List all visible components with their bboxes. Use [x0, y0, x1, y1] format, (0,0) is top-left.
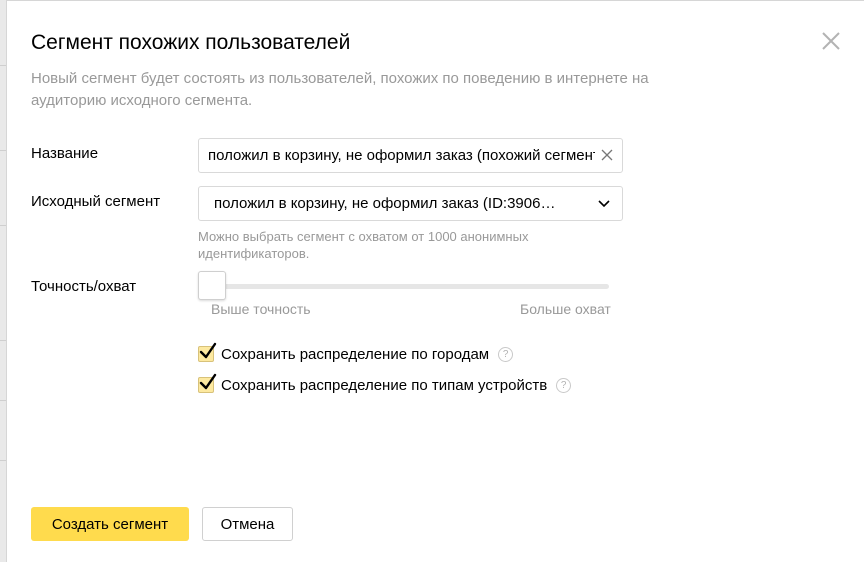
- clear-icon: [601, 149, 613, 161]
- checkmark-icon: [199, 373, 217, 390]
- close-icon: [822, 32, 840, 50]
- slider-max-label: Больше охват: [520, 301, 611, 317]
- keep-devices-checkbox[interactable]: [198, 373, 217, 393]
- source-segment-hint: Можно выбрать сегмент с охватом от 1000 …: [198, 229, 529, 261]
- keep-cities-label: Сохранить распределение по городам: [221, 345, 490, 363]
- dialog-title: Сегмент похожих пользователей: [31, 31, 351, 54]
- close-button[interactable]: [819, 29, 843, 53]
- checkmark-icon: [199, 342, 217, 359]
- keep-devices-label: Сохранить распределение по типам устройс…: [221, 376, 548, 394]
- keep-devices-option[interactable]: Сохранить распределение по типам устройс…: [198, 373, 572, 396]
- source-segment-label: Исходный сегмент: [31, 193, 161, 210]
- keep-cities-checkbox[interactable]: [198, 342, 217, 362]
- name-field: [198, 138, 623, 173]
- keep-cities-option[interactable]: Сохранить распределение по городам ?: [198, 342, 514, 365]
- source-segment-value: положил в корзину, не оформил заказ (ID:…: [214, 195, 556, 212]
- dialog-description: Новый сегмент будет состоять из пользова…: [31, 70, 649, 109]
- accuracy-slider-handle[interactable]: [198, 271, 226, 300]
- create-segment-button[interactable]: Создать сегмент: [31, 507, 189, 541]
- accuracy-slider-track[interactable]: [203, 284, 609, 289]
- help-icon[interactable]: ?: [556, 377, 572, 393]
- slider-min-label: Выше точность: [211, 301, 311, 317]
- chevron-down-icon: [598, 200, 610, 208]
- cancel-button[interactable]: Отмена: [202, 507, 293, 541]
- name-label: Название: [31, 145, 99, 162]
- clear-button[interactable]: [600, 148, 614, 162]
- source-segment-select[interactable]: положил в корзину, не оформил заказ (ID:…: [198, 186, 623, 221]
- help-icon[interactable]: ?: [498, 346, 514, 362]
- accuracy-label: Точность/охват: [31, 278, 137, 295]
- lookalike-segment-dialog: Сегмент похожих пользователей Новый сегм…: [6, 0, 864, 562]
- name-input[interactable]: [199, 139, 595, 172]
